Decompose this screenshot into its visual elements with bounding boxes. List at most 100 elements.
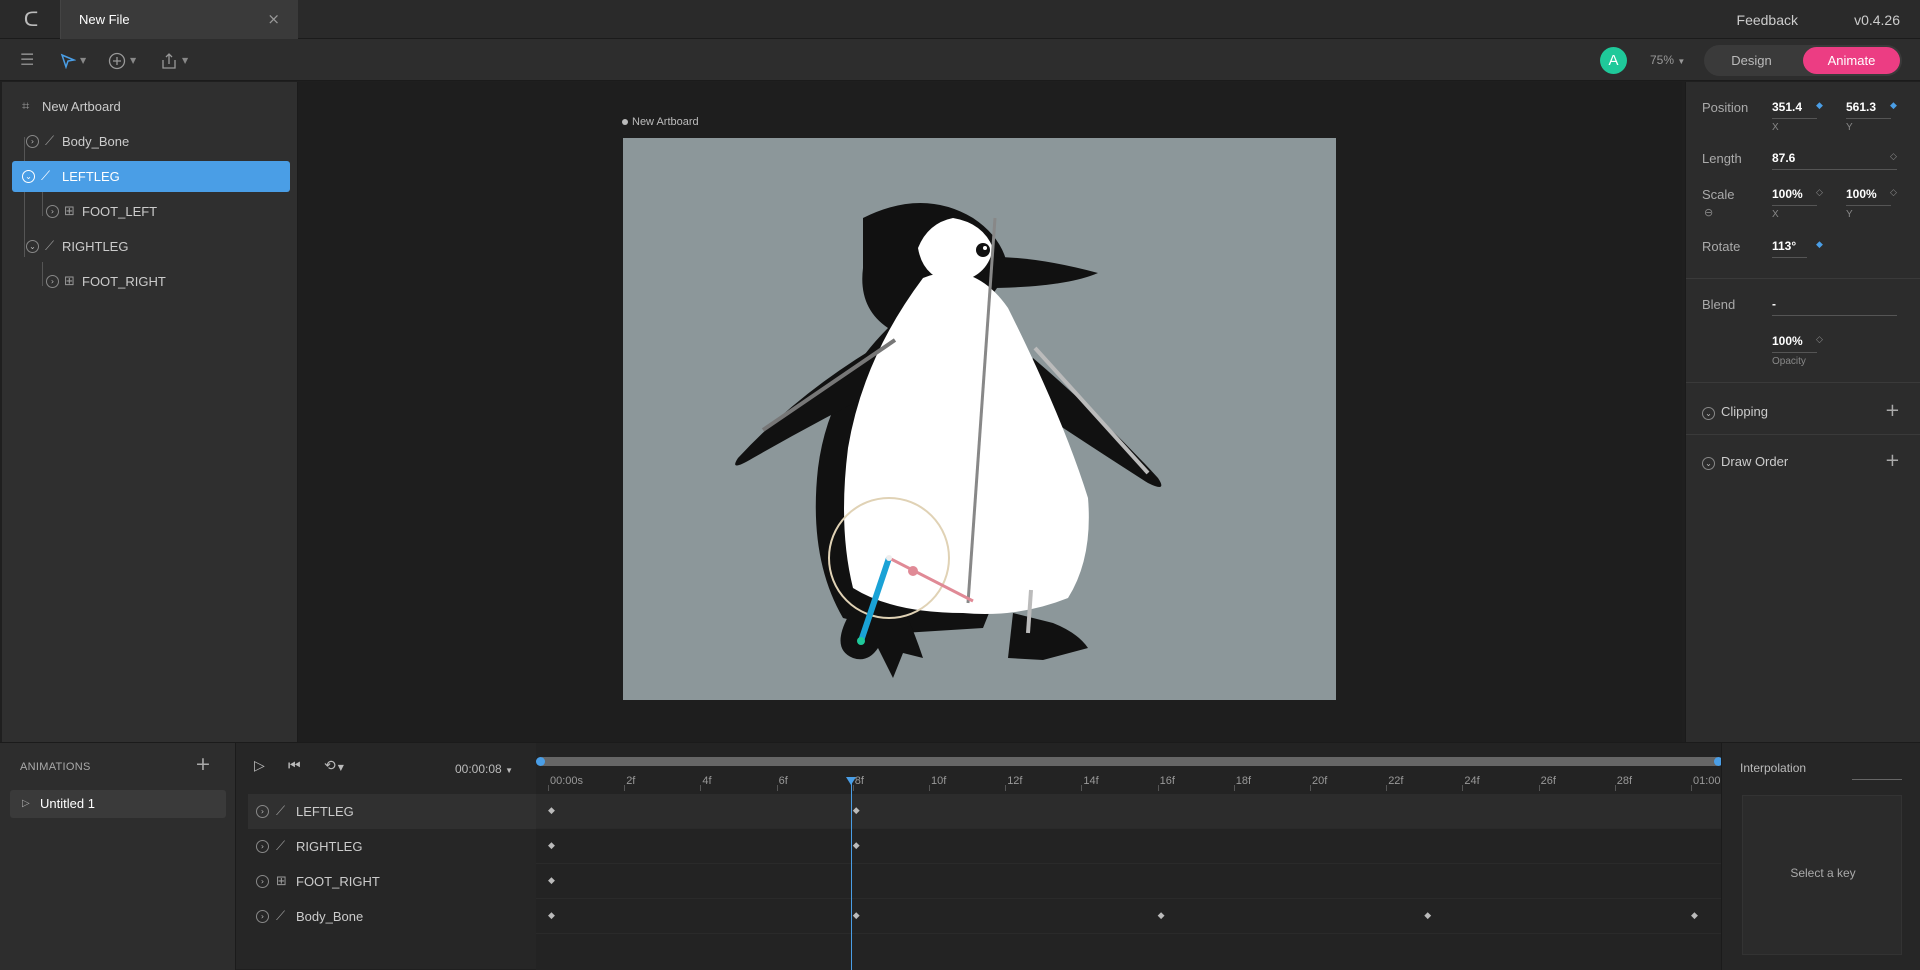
length-input[interactable]: 87.6 — [1772, 151, 1897, 170]
time-ruler[interactable]: 00:00s 2f 4f 6f 8f 10f 12f 14f 16f 18f 20f 22f 24f 26… — [536, 771, 1721, 791]
ruler-tick — [929, 785, 930, 791]
keyframe-diamond-icon[interactable]: ◆ — [548, 841, 555, 851]
ruler-tick-label: 12f — [1007, 775, 1023, 787]
scale-x-input[interactable]: 100% — [1772, 187, 1817, 206]
playhead[interactable] — [851, 783, 852, 970]
position-x-input[interactable]: 351.4 — [1772, 100, 1817, 119]
collapse-icon[interactable]: ⌄ — [22, 170, 35, 183]
export-tool-button[interactable]: ▼ — [160, 48, 188, 72]
add-draw-order-button[interactable]: + — [1885, 450, 1900, 471]
design-mode-button[interactable]: Design — [1704, 45, 1799, 76]
link-icon[interactable]: ⊖ — [1704, 206, 1713, 219]
add-animation-button[interactable]: + — [195, 753, 211, 775]
expand-icon[interactable]: › — [256, 805, 269, 818]
x-sublabel: X — [1772, 209, 1779, 220]
position-y-input[interactable]: 561.3 — [1846, 100, 1891, 119]
feedback-link[interactable]: Feedback — [1737, 12, 1798, 28]
avatar[interactable]: A — [1600, 47, 1627, 74]
file-tab[interactable]: New File × — [60, 0, 298, 39]
keyframe-row[interactable]: ◆ ◆ — [536, 829, 1721, 864]
interpolation-empty-message: Select a key — [1790, 866, 1856, 880]
artboard-label[interactable]: New Artboard — [622, 116, 699, 128]
blend-select[interactable]: - — [1772, 297, 1897, 316]
hierarchy-item-leftleg[interactable]: ⌄ ⟋ LEFTLEG — [12, 161, 290, 192]
expand-icon[interactable]: › — [256, 910, 269, 923]
keyframe-row[interactable]: ◆ ◆ — [536, 794, 1721, 829]
ruler-tick-label: 4f — [702, 775, 712, 787]
keyframe-icon[interactable]: ◆ — [1890, 101, 1897, 111]
loop-button[interactable]: ⟲ ▼ — [324, 758, 344, 774]
hierarchy-item-foot-left[interactable]: › ⊞ FOOT_LEFT — [12, 196, 290, 227]
ruler-tick-label: 01:00 — [1693, 775, 1721, 787]
keyframe-row[interactable]: ◆ — [536, 864, 1721, 899]
keyframe-icon[interactable]: ◇ — [1816, 335, 1823, 345]
keyframe-diamond-icon[interactable]: ◆ — [1158, 911, 1165, 921]
ruler-tick — [852, 785, 854, 791]
rotate-input[interactable]: 113° — [1772, 239, 1807, 258]
timeline-row-label: FOOT_RIGHT — [296, 874, 380, 889]
animation-item[interactable]: ▷ Untitled 1 — [10, 790, 226, 818]
ruler-tick-label: 2f — [626, 775, 636, 787]
x-sublabel: X — [1772, 122, 1779, 133]
hierarchy-item-body-bone[interactable]: › ⟋ Body_Bone — [12, 126, 290, 157]
keyframe-diamond-icon[interactable]: ◆ — [853, 841, 860, 851]
hierarchy-item-foot-right[interactable]: › ⊞ FOOT_RIGHT — [12, 266, 290, 297]
keyframe-diamond-icon[interactable]: ◆ — [1424, 911, 1431, 921]
timeline-track-area[interactable]: 00:00s 2f 4f 6f 8f 10f 12f 14f 16f 18f 20f 22f 24f 26… — [536, 743, 1723, 970]
keyframe-icon[interactable]: ◆ — [1816, 240, 1823, 250]
animate-mode-button[interactable]: Animate — [1803, 47, 1900, 74]
opacity-input[interactable]: 100% — [1772, 334, 1817, 353]
keyframe-diamond-icon[interactable]: ◆ — [853, 911, 860, 921]
interpolation-panel: Interpolation Select a key — [1721, 743, 1920, 970]
ruler-tick-label: 24f — [1464, 775, 1480, 787]
keyframe-icon[interactable]: ◇ — [1816, 188, 1823, 198]
timeline-row[interactable]: › ⟋ Body_Bone — [248, 899, 536, 934]
expand-icon[interactable]: › — [256, 840, 269, 853]
ruler-tick — [1691, 785, 1692, 791]
ruler-tick-label: 26f — [1540, 775, 1556, 787]
hamburger-menu-icon[interactable]: ☰ — [20, 48, 34, 72]
expand-icon[interactable]: › — [26, 135, 39, 148]
keyframe-icon[interactable]: ◆ — [1816, 101, 1823, 111]
keyframe-diamond-icon[interactable]: ◆ — [548, 911, 555, 921]
length-label: Length — [1702, 151, 1742, 166]
chevron-down-icon: ⌄ — [1702, 407, 1715, 420]
timeline-row[interactable]: › ⟋ RIGHTLEG — [248, 829, 536, 864]
current-time-dropdown[interactable]: 00:00:08 ▼ — [455, 762, 513, 776]
timeline-row[interactable]: › ⟋ LEFTLEG — [248, 794, 536, 829]
hierarchy-item-artboard[interactable]: ⌗ New Artboard — [12, 91, 290, 122]
draw-order-label: Draw Order — [1721, 454, 1789, 469]
y-sublabel: Y — [1846, 122, 1853, 133]
keyframe-row[interactable]: ◆ ◆ ◆ ◆ ◆ — [536, 899, 1721, 934]
keyframe-diamond-icon[interactable]: ◆ — [548, 876, 555, 886]
keyframe-diamond-icon[interactable]: ◆ — [1691, 911, 1698, 921]
add-tool-button[interactable]: ▼ — [108, 48, 136, 72]
rewind-button[interactable]: ⏮ — [288, 758, 301, 774]
ruler-tick-label: 16f — [1159, 775, 1175, 787]
add-clipping-button[interactable]: + — [1885, 400, 1900, 421]
ruler-tick — [1157, 785, 1159, 791]
play-button[interactable]: ▷ — [254, 758, 265, 774]
close-icon[interactable]: × — [267, 10, 280, 28]
artboard[interactable] — [623, 138, 1336, 700]
draw-order-section[interactable]: ⌄ Draw Order — [1702, 454, 1788, 470]
timeline-scrollbar[interactable] — [536, 757, 1723, 766]
expand-icon[interactable]: › — [46, 275, 59, 288]
rive-logo-icon[interactable]: ᑕ — [16, 8, 46, 30]
keyframe-diamond-icon[interactable]: ◆ — [853, 806, 860, 816]
scale-y-input[interactable]: 100% — [1846, 187, 1891, 206]
hierarchy-item-rightleg[interactable]: ⌄ ⟋ RIGHTLEG — [12, 231, 290, 262]
keyframe-diamond-icon[interactable]: ◆ — [548, 806, 555, 816]
select-tool-button[interactable]: ▼ — [60, 48, 86, 72]
timeline-row[interactable]: › ⊞ FOOT_RIGHT — [248, 864, 536, 899]
ruler-tick-label: 8f — [854, 775, 864, 787]
y-sublabel: Y — [1846, 209, 1853, 220]
zoom-dropdown[interactable]: 75% ▼ — [1650, 53, 1685, 67]
expand-icon[interactable]: › — [46, 205, 59, 218]
expand-icon[interactable]: › — [256, 875, 269, 888]
ruler-tick — [1386, 785, 1388, 791]
collapse-icon[interactable]: ⌄ — [26, 240, 39, 253]
keyframe-icon[interactable]: ◇ — [1890, 188, 1897, 198]
keyframe-icon[interactable]: ◇ — [1890, 152, 1897, 162]
clipping-section[interactable]: ⌄ Clipping — [1702, 404, 1768, 420]
